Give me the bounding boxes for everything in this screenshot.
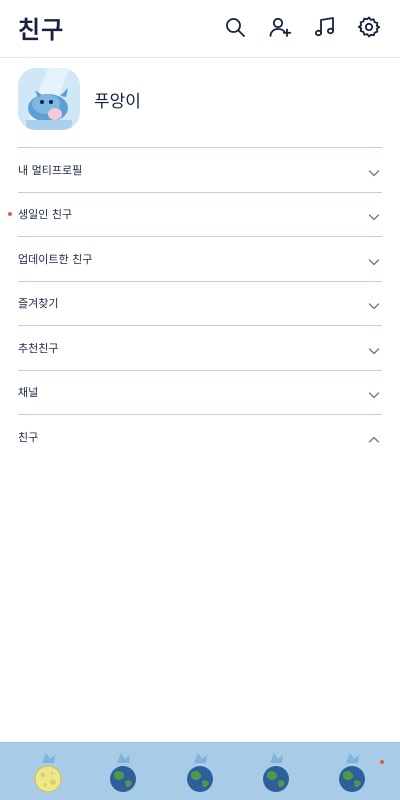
tab-friends[interactable]	[28, 749, 68, 797]
chevron-up-icon	[368, 431, 380, 443]
openchat-tab-earth-icon	[187, 753, 213, 792]
section-label: 채널	[18, 386, 39, 400]
my-profile[interactable]: 푸앙이	[18, 66, 382, 132]
section-label: 친구	[18, 430, 39, 444]
settings-icon[interactable]	[356, 14, 382, 40]
section-label: 즐겨찾기	[18, 297, 59, 311]
section-channels[interactable]: 채널	[18, 369, 382, 415]
notification-dot	[380, 760, 384, 764]
section-label: 생일인 친구	[18, 208, 73, 222]
section-friends[interactable]: 친구	[18, 414, 382, 459]
notification-dot	[8, 212, 12, 217]
tab-shopping[interactable]	[256, 749, 296, 797]
chevron-down-icon	[368, 253, 380, 265]
music-icon[interactable]	[312, 14, 338, 40]
profile-name: 푸앙이	[94, 91, 141, 112]
more-tab-earth-icon	[339, 753, 365, 792]
section-label: 내 멀티프로필	[18, 163, 83, 177]
chevron-down-icon	[368, 208, 380, 221]
chevron-down-icon	[368, 297, 380, 310]
avatar[interactable]	[18, 68, 80, 130]
section-multi-profile[interactable]: 내 멀티프로필	[18, 147, 382, 192]
chevron-down-icon	[368, 342, 380, 354]
section-label: 업데이트한 친구	[18, 252, 93, 266]
page-title: 친구	[18, 16, 65, 44]
tab-more[interactable]	[332, 749, 372, 797]
chevron-down-icon	[368, 164, 380, 176]
chevron-down-icon	[368, 386, 380, 399]
header-bar: 친구	[0, 0, 400, 58]
search-icon[interactable]	[222, 14, 248, 40]
bottom-tab-bar	[0, 742, 400, 800]
section-label: 추천친구	[18, 341, 59, 355]
shopping-tab-earth-icon	[263, 753, 289, 792]
friends-tab-moon-icon	[34, 753, 62, 793]
section-favorites[interactable]: 즐겨찾기	[18, 280, 382, 326]
tab-chats[interactable]	[103, 749, 143, 797]
tab-openchat[interactable]	[180, 749, 220, 797]
add-friend-icon[interactable]	[267, 14, 293, 40]
section-birthday-friends[interactable]: 생일인 친구	[8, 191, 382, 237]
chats-tab-earth-icon	[110, 753, 136, 792]
friend-sections: 내 멀티프로필 생일인 친구 업데이트한 친구 즐겨찾기 추천친구 채널 친구	[8, 147, 382, 459]
section-recommended-friends[interactable]: 추천친구	[18, 325, 382, 370]
section-updated-friends[interactable]: 업데이트한 친구	[18, 236, 382, 281]
